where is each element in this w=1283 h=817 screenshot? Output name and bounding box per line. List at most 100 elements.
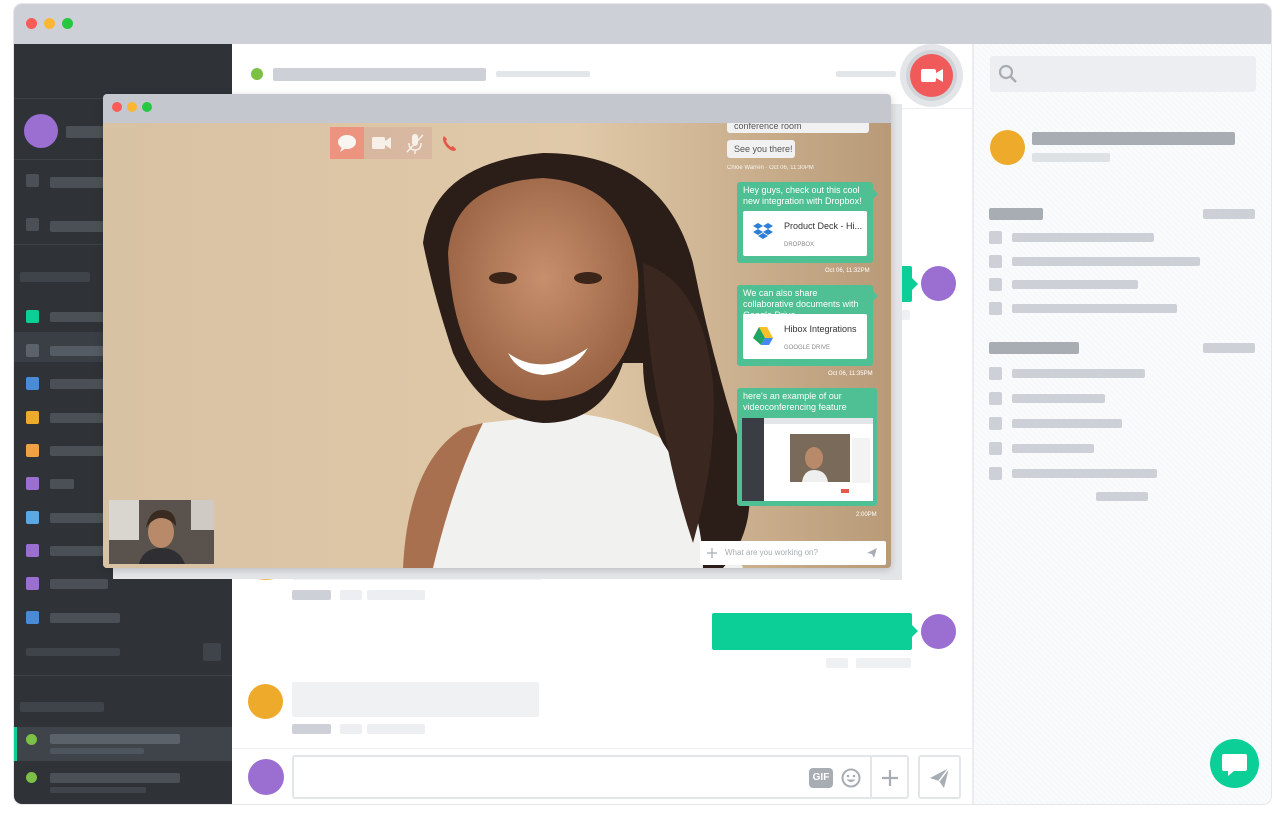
local-participant-video [109, 500, 214, 564]
list-item[interactable] [1012, 304, 1177, 313]
sidebar-channel-item[interactable] [50, 479, 74, 489]
received-message-bubble [292, 682, 539, 717]
dropbox-attachment-card[interactable]: Product Deck - Hi... DROPBOX [743, 211, 867, 256]
list-item[interactable] [1012, 280, 1138, 289]
online-status-indicator [26, 734, 37, 745]
sidebar-nav-icon [26, 218, 39, 231]
toggle-mute-button[interactable] [398, 127, 432, 159]
channel-color-icon [26, 477, 39, 490]
google-drive-attachment-card[interactable]: Hibox Integrations GOOGLE DRIVE [743, 314, 867, 359]
sidebar-section-header [20, 272, 90, 282]
sidebar-channel-item[interactable] [50, 446, 110, 456]
message-time [340, 724, 362, 734]
list-item[interactable] [1012, 394, 1105, 403]
message-time: Oct 06, 11:32PM [825, 268, 870, 274]
contact-avatar [990, 130, 1025, 165]
video-screenshot-attachment[interactable] [742, 418, 873, 501]
list-item[interactable] [1012, 233, 1154, 242]
list-icon [989, 302, 1002, 315]
channel-color-icon [26, 611, 39, 624]
channel-color-icon [26, 444, 39, 457]
user-avatar[interactable] [24, 114, 58, 148]
chat-bubble-icon [338, 135, 356, 152]
list-item[interactable] [1012, 469, 1157, 478]
sidebar-channel-item[interactable] [50, 546, 110, 556]
list-icon [989, 255, 1002, 268]
section-header [989, 208, 1043, 220]
add-channel-button[interactable] [203, 643, 221, 661]
direct-message-name [50, 734, 180, 744]
conversation-subtitle [496, 71, 590, 77]
outgoing-message-text: here's an example of our videoconferenci… [743, 391, 847, 412]
maximize-window-button[interactable] [62, 18, 73, 29]
phone-icon [443, 136, 456, 151]
section-action[interactable] [1203, 209, 1255, 219]
sidebar-channel-item[interactable] [50, 379, 110, 389]
bubble-pointer [911, 624, 918, 638]
sidebar-channel-item[interactable] [50, 579, 108, 589]
channel-color-icon [26, 577, 39, 590]
list-item[interactable] [1012, 369, 1145, 378]
message-time: 2:00PM [856, 512, 877, 518]
message-meta [856, 658, 911, 668]
toggle-chat-button[interactable] [330, 127, 364, 159]
list-icon [989, 392, 1002, 405]
screenshot-thumbnail [742, 418, 873, 501]
close-video-button[interactable] [112, 102, 122, 112]
video-camera-icon [921, 69, 943, 82]
section-action[interactable] [1203, 343, 1255, 353]
sidebar-channel-item[interactable] [50, 513, 110, 523]
minimize-video-button[interactable] [127, 102, 137, 112]
call-chat-placeholder: What are you working on? [725, 548, 818, 557]
contact-status [1032, 153, 1110, 162]
close-window-button[interactable] [26, 18, 37, 29]
attachment-source: GOOGLE DRIVE [784, 345, 831, 351]
video-call-window[interactable]: conference room See you there! Chloe War… [103, 94, 891, 568]
composer-avatar [248, 759, 284, 795]
sidebar-channel-item[interactable] [50, 413, 110, 423]
list-icon [989, 442, 1002, 455]
gif-label: GIF [812, 772, 830, 783]
message-meta [367, 724, 425, 734]
list-item[interactable] [1012, 419, 1122, 428]
sidebar-channel-item[interactable] [50, 613, 120, 623]
message-meta [367, 590, 425, 600]
list-icon [989, 231, 1002, 244]
sidebar-nav-item[interactable] [50, 177, 110, 188]
right-panel [972, 44, 1271, 804]
channel-color-icon [26, 411, 39, 424]
support-chat-button[interactable] [1210, 739, 1259, 788]
attachment-title: Hibox Integrations [784, 324, 857, 334]
direct-message-name[interactable] [50, 773, 180, 783]
channel-color-icon [26, 544, 39, 557]
self-video-preview[interactable] [109, 500, 214, 564]
toggle-video-button[interactable] [364, 127, 398, 159]
plus-icon [707, 548, 717, 558]
bubble-pointer [873, 189, 878, 199]
send-button[interactable] [918, 755, 961, 799]
call-chat-input[interactable]: What are you working on? [700, 541, 886, 565]
list-item[interactable] [1012, 257, 1200, 266]
attach-button[interactable] [880, 768, 900, 788]
sidebar-nav-item[interactable] [50, 221, 110, 232]
video-call-button[interactable] [910, 54, 953, 97]
emoji-icon [841, 768, 861, 788]
maximize-video-button[interactable] [142, 102, 152, 112]
direct-message-selected[interactable] [14, 727, 232, 761]
list-item[interactable] [1012, 444, 1094, 453]
emoji-button[interactable] [841, 768, 861, 788]
minimize-window-button[interactable] [44, 18, 55, 29]
show-more-link[interactable] [1096, 492, 1148, 501]
online-status-indicator [26, 772, 37, 783]
gif-button[interactable]: GIF [809, 768, 833, 788]
send-icon [930, 767, 950, 788]
plus-icon [882, 770, 898, 786]
sidebar-section-header [20, 702, 104, 712]
microphone-off-icon [406, 134, 424, 154]
chat-message-bubble: conference room [727, 123, 869, 133]
search-input[interactable] [990, 56, 1256, 92]
sent-message-bubble [712, 613, 912, 650]
channel-color-icon [26, 344, 39, 357]
send-icon[interactable] [866, 547, 878, 559]
end-call-button[interactable] [432, 127, 466, 159]
